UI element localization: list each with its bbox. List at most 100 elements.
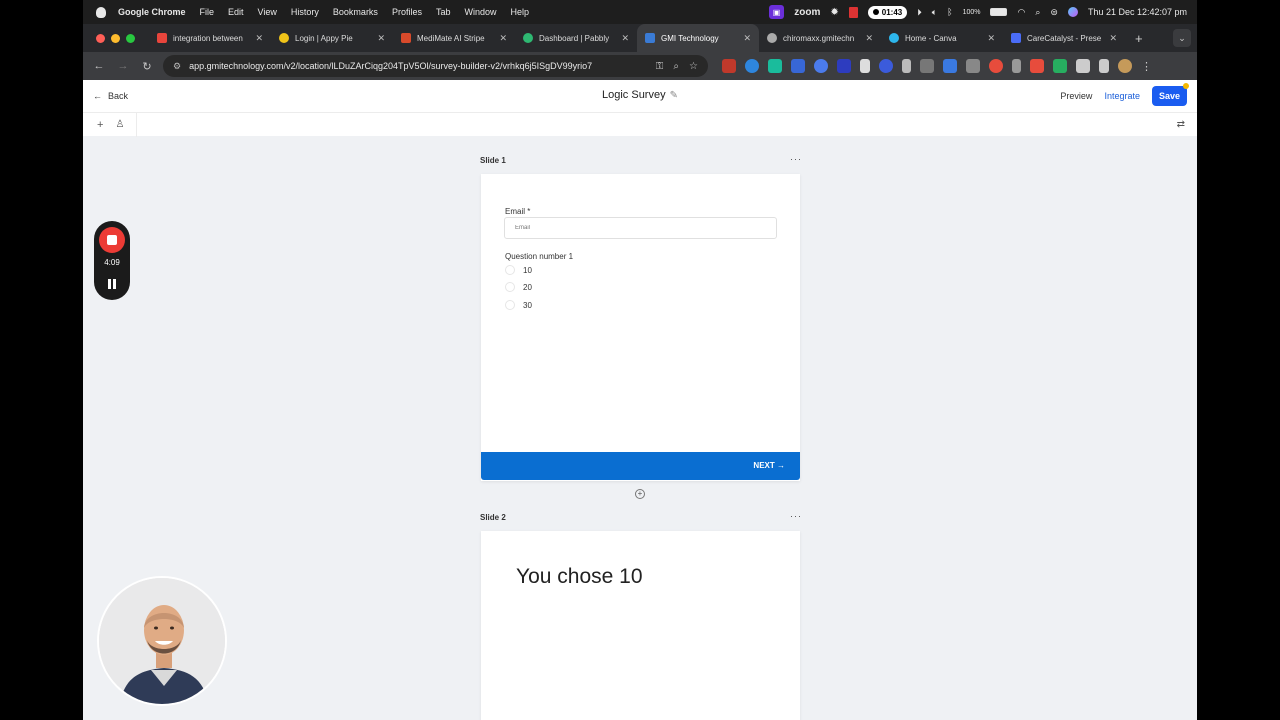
menu-help[interactable]: Help [510,7,529,17]
slide-1-more-icon[interactable]: ··· [790,154,802,164]
tab-medimate[interactable]: MediMate AI Stripe ✕ [393,24,515,52]
stop-recording-button[interactable] [99,227,125,253]
app-icon[interactable] [848,6,858,18]
extension-icon[interactable] [943,59,957,73]
tab-gmi-technology[interactable]: GMI Technology ✕ [637,24,759,52]
slide-1-card[interactable]: Email * Question number 1 10 20 30 NEXT … [481,174,800,481]
close-tab-icon[interactable]: ✕ [499,33,507,44]
tab-chiromaxx[interactable]: chiromaxx.gmitechn ✕ [759,24,881,52]
settings-gear-icon[interactable]: ✹ [830,7,838,18]
radio-button[interactable] [505,282,515,292]
extension-icon[interactable] [722,59,736,73]
battery-icon[interactable] [990,8,1008,16]
menu-bookmarks[interactable]: Bookmarks [333,7,378,17]
side-panel-icon[interactable] [1099,59,1109,73]
menu-edit[interactable]: Edit [228,7,244,17]
option-10[interactable]: 10 [505,265,532,275]
extension-icon[interactable] [902,59,911,73]
survey-title[interactable]: Logic Survey [602,89,666,101]
extension-icon[interactable] [814,59,828,73]
back-arrow-icon[interactable]: ← [87,60,111,72]
option-20[interactable]: 20 [505,282,532,292]
tab-carecatalyst[interactable]: CareCatalyst - Prese ✕ [1003,24,1125,52]
slide-2-more-icon[interactable]: ··· [790,511,802,521]
close-tab-icon[interactable]: ✕ [743,33,751,44]
radio-button[interactable] [505,300,515,310]
extension-icon[interactable] [1012,59,1021,73]
extension-icon[interactable] [837,59,851,73]
slide-2-text[interactable]: You chose 10 [516,565,643,589]
puzzle-extensions-icon[interactable] [1076,59,1090,73]
close-tab-icon[interactable]: ✕ [865,33,873,44]
webcam-bubble[interactable] [97,576,227,706]
tab-search-chevron-icon[interactable]: ⌄ [1173,29,1191,47]
integrate-button[interactable]: Integrate [1104,91,1140,101]
site-info-icon[interactable]: ⚙ [173,61,181,72]
menu-tab[interactable]: Tab [436,7,451,17]
bluetooth-icon[interactable]: ᛒ [947,7,952,17]
tab-pabbly[interactable]: Dashboard | Pabbly ✕ [515,24,637,52]
extension-icon[interactable] [966,59,980,73]
close-tab-icon[interactable]: ✕ [621,33,629,44]
forward-arrow-icon[interactable]: → [111,60,135,72]
password-key-icon[interactable]: ⚿ [656,61,664,72]
menu-view[interactable]: View [258,7,277,17]
screen-record-icon[interactable]: ▣ [768,5,785,19]
option-30[interactable]: 30 [505,300,532,310]
close-tab-icon[interactable]: ✕ [377,33,385,44]
extension-icon[interactable] [879,59,893,73]
edit-pencil-icon[interactable]: ✎ [670,90,678,101]
bookmark-star-icon[interactable]: ☆ [689,61,698,72]
back-button[interactable]: ← Back [93,91,128,101]
radio-button[interactable] [505,265,515,275]
extension-icon[interactable] [791,59,805,73]
menu-history[interactable]: History [291,7,319,17]
next-button[interactable]: NEXT → [753,461,785,470]
extension-icon[interactable] [768,59,782,73]
apple-icon[interactable] [96,6,106,18]
email-field[interactable] [504,217,777,239]
settings-sliders-icon[interactable]: ⇄ [1177,119,1185,130]
url-text[interactable]: app.gmitechnology.com/v2/location/lLDuZA… [189,61,592,71]
zoom-menu[interactable]: zoom [794,7,820,18]
wifi-icon[interactable]: ◠ [1017,7,1025,18]
minimize-window-button[interactable] [111,33,120,43]
clock-datetime[interactable]: Thu 21 Dec 12:42:07 pm [1088,7,1187,17]
extension-icon[interactable] [1030,59,1044,73]
tab-appy-pie[interactable]: Login | Appy Pie ✕ [271,24,393,52]
address-bar[interactable]: ⚙ app.gmitechnology.com/v2/location/lLDu… [163,55,708,77]
bell-icon[interactable]: ♙ [115,119,124,130]
extension-icon[interactable] [745,59,759,73]
play-icon[interactable]: ⏵ [917,7,922,18]
tab-canva[interactable]: Home - Canva ✕ [881,24,1003,52]
search-icon[interactable]: ⌕ [1035,7,1040,18]
menu-app-name[interactable]: Google Chrome [118,7,186,17]
menu-file[interactable]: File [200,7,215,17]
save-button[interactable]: Save [1151,83,1189,106]
maximize-window-button[interactable] [126,33,135,43]
pause-icon[interactable] [107,279,117,290]
close-tab-icon[interactable]: ✕ [987,33,995,44]
add-slide-plus-icon[interactable]: + [635,489,645,499]
extension-icon[interactable] [920,59,934,73]
preview-button[interactable]: Preview [1060,91,1092,101]
siri-icon[interactable] [1067,7,1078,17]
control-center-icon[interactable]: ⊜ [1050,7,1058,18]
reload-icon[interactable]: ↻ [135,60,159,73]
chrome-menu-icon[interactable]: ⋮ [1141,60,1152,73]
profile-avatar[interactable] [1118,59,1132,73]
new-tab-button[interactable]: + [1135,31,1143,46]
add-element-plus-icon[interactable]: + [97,119,103,131]
extension-icon[interactable] [1053,59,1067,73]
slide-2-card[interactable]: You chose 10 [481,531,800,720]
recording-timer-badge[interactable]: 01:43 [867,5,908,19]
close-window-button[interactable] [96,33,105,43]
extension-icon[interactable] [860,59,870,73]
zoom-magnifier-icon[interactable]: ⌕ [673,61,679,72]
menu-window[interactable]: Window [464,7,496,17]
menu-profiles[interactable]: Profiles [392,7,422,17]
close-tab-icon[interactable]: ✕ [255,33,263,44]
extension-icon[interactable] [989,59,1003,73]
close-tab-icon[interactable]: ✕ [1109,33,1117,44]
volume-icon[interactable]: 🔈︎ [932,7,937,18]
